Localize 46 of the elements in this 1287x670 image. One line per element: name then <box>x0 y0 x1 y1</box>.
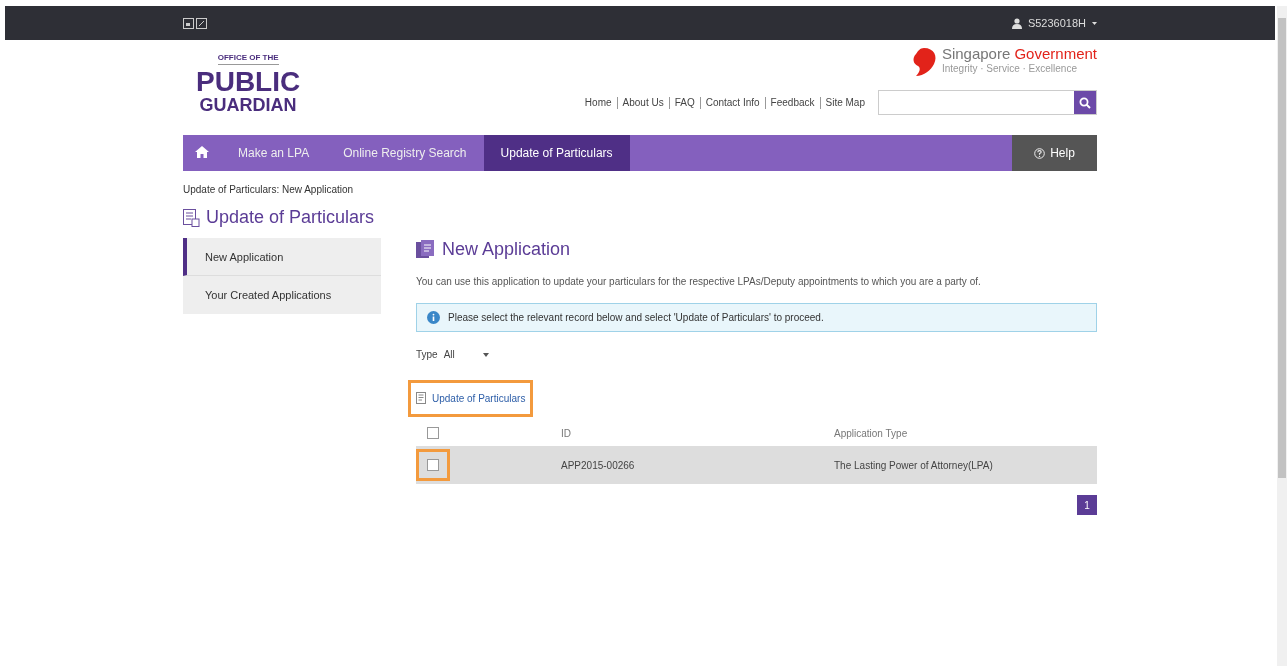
page-button[interactable]: 1 <box>1077 495 1097 515</box>
type-label: Type <box>416 349 438 360</box>
search-button[interactable] <box>1074 91 1096 114</box>
column-header: Application Type <box>834 427 908 439</box>
window-icon[interactable] <box>183 17 194 29</box>
nav-tab[interactable]: Update of Particulars <box>483 135 630 171</box>
help-icon <box>1034 147 1046 159</box>
search-field[interactable] <box>878 90 1097 115</box>
office-logo[interactable]: OFFICE OF THE PUBLIC GUARDIAN <box>196 54 301 135</box>
sidebar-item[interactable]: New Application <box>183 238 381 276</box>
window-icon[interactable] <box>196 17 207 29</box>
header-link[interactable]: Feedback <box>765 97 820 108</box>
info-icon <box>427 311 440 324</box>
header-link[interactable]: Contact Info <box>700 97 765 108</box>
intro-text: You can use this application to update your particulars for the respective LPAs/Deputy appointments to which you are a party of. <box>416 276 982 288</box>
form-icon <box>183 208 200 227</box>
help-button[interactable]: Help <box>1012 135 1097 171</box>
header-link[interactable]: FAQ <box>669 97 700 108</box>
section-heading: New Application <box>442 239 571 260</box>
government-name: Singapore Government <box>941 46 1097 61</box>
home-icon <box>195 145 209 158</box>
update-particulars-link[interactable]: Update of Particulars <box>408 380 534 417</box>
column-header: ID <box>561 427 572 439</box>
scrollbar[interactable] <box>1277 6 1287 666</box>
form-icon <box>416 392 428 405</box>
header-link[interactable]: Home <box>579 97 617 108</box>
table-cell-text: APP2015-00266 <box>561 459 636 471</box>
search-icon <box>1079 96 1091 109</box>
header-link[interactable]: About Us <box>617 97 669 108</box>
nav-tab[interactable]: Make an LPA <box>221 135 327 171</box>
select-all-checkbox[interactable] <box>427 427 439 440</box>
user-icon <box>1011 17 1022 29</box>
caret-icon <box>482 352 489 357</box>
row-checkbox[interactable] <box>427 459 439 472</box>
type-select[interactable]: All <box>443 349 489 360</box>
breadcrumb: Update of Particulars: New Application <box>183 184 355 195</box>
info-text: Please select the relevant record below and select 'Update of Particulars' to proceed. <box>448 312 824 323</box>
header-link[interactable]: Site Map <box>820 97 870 108</box>
document-icon <box>416 240 436 259</box>
nav-tab[interactable]: Online Registry Search <box>326 135 484 171</box>
table-cell: The Lasting Power of Attorney(LPA) <box>834 459 993 471</box>
page-title: Update of Particulars <box>206 207 375 228</box>
caret-icon[interactable] <box>1092 21 1097 25</box>
government-motto: Integrity · Service · Excellence <box>941 63 1078 74</box>
user-menu[interactable]: S5236018H <box>1027 17 1086 29</box>
checkbox-highlight[interactable] <box>416 448 450 482</box>
